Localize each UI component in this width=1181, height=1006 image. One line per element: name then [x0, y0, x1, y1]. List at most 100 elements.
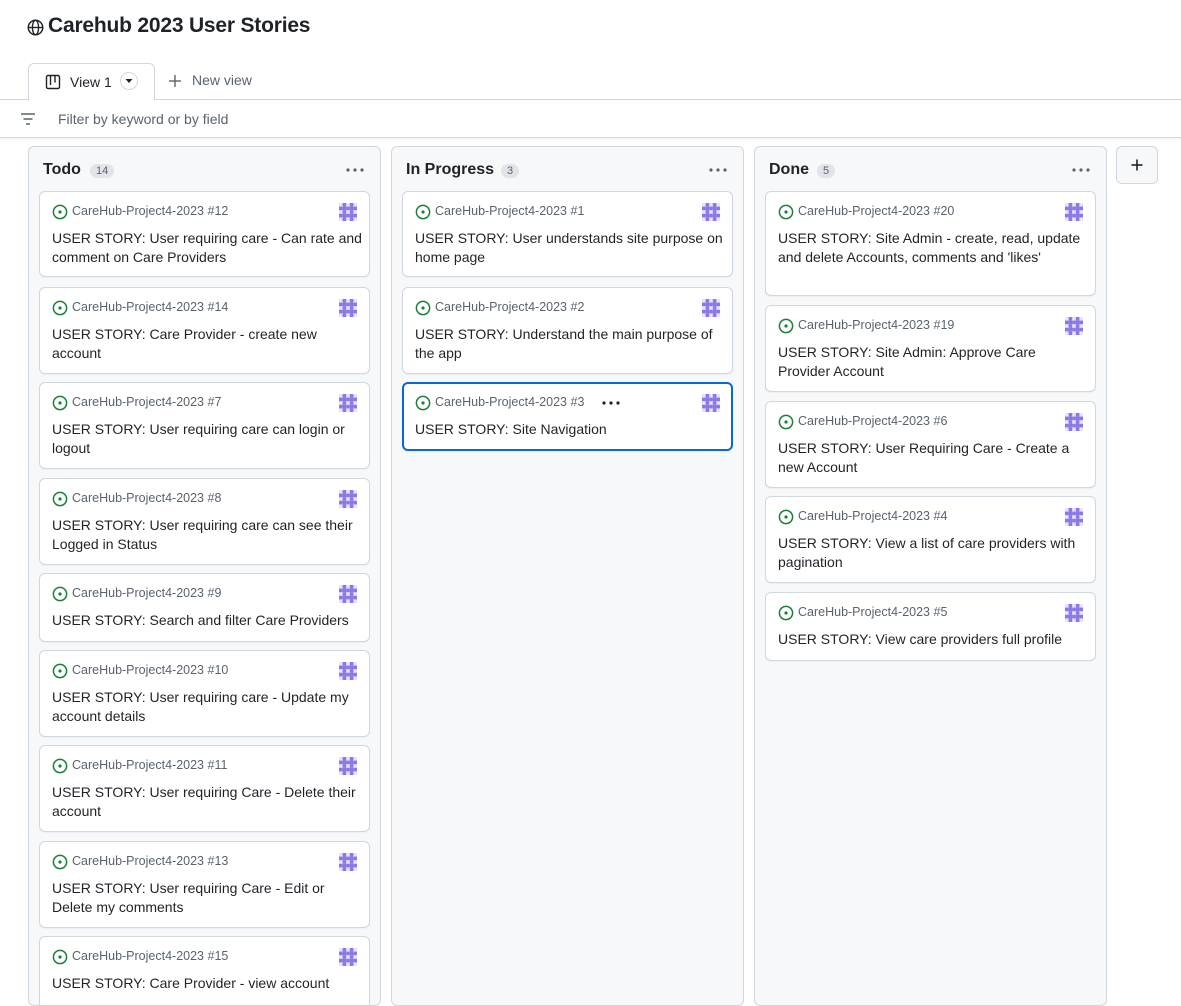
issue-card[interactable]: CareHub-Project4-2023 #3 USER STORY: Site…: [402, 382, 733, 451]
issue-reference-link[interactable]: CareHub-Project4-2023 #9: [72, 586, 221, 600]
issue-opened-icon: [52, 758, 68, 774]
issue-reference-link[interactable]: CareHub-Project4-2023 #19: [798, 318, 954, 332]
issue-title-link[interactable]: USER STORY: Care Provider - create new a…: [52, 325, 362, 362]
issue-opened-icon: [415, 204, 431, 220]
issue-title-link[interactable]: USER STORY: User requiring care can logi…: [52, 420, 362, 457]
issue-title-link[interactable]: USER STORY: User requiring care can see …: [52, 516, 362, 553]
assignee-avatar[interactable]: [702, 394, 720, 412]
assignee-avatar[interactable]: [1065, 508, 1083, 526]
issue-card[interactable]: CareHub-Project4-2023 #5 USER STORY: View…: [765, 592, 1096, 661]
column-title: Todo: [43, 161, 81, 178]
filter-input[interactable]: [58, 109, 658, 129]
kebab-horizontal-icon: [346, 168, 364, 172]
assignee-avatar[interactable]: [339, 203, 357, 221]
assignee-avatar[interactable]: [1065, 413, 1083, 431]
issue-title-link[interactable]: USER STORY: User understands site purpos…: [415, 229, 725, 266]
issue-opened-icon: [778, 509, 794, 525]
issue-card[interactable]: CareHub-Project4-2023 #12 USER STORY: Use…: [39, 191, 370, 277]
issue-title-link[interactable]: USER STORY: Site Navigation: [415, 420, 725, 439]
kebab-horizontal-icon: [602, 401, 620, 405]
assignee-avatar[interactable]: [339, 585, 357, 603]
assignee-avatar[interactable]: [339, 299, 357, 317]
assignee-avatar[interactable]: [702, 299, 720, 317]
issue-card[interactable]: CareHub-Project4-2023 #10 USER STORY: Use…: [39, 650, 370, 737]
assignee-avatar[interactable]: [339, 490, 357, 508]
issue-reference-link[interactable]: CareHub-Project4-2023 #11: [72, 758, 227, 772]
assignee-avatar[interactable]: [702, 203, 720, 221]
issue-opened-icon: [52, 663, 68, 679]
assignee-avatar[interactable]: [339, 853, 357, 871]
column-title: In Progress: [406, 161, 495, 178]
column-menu-button[interactable]: [1070, 161, 1094, 181]
issue-title-link[interactable]: USER STORY: User requiring care - Update…: [52, 688, 362, 725]
issue-card[interactable]: CareHub-Project4-2023 #15 USER STORY: Car…: [39, 936, 370, 1005]
issue-opened-icon: [52, 854, 68, 870]
issue-card[interactable]: CareHub-Project4-2023 #20 USER STORY: Sit…: [765, 191, 1096, 296]
issue-title-link[interactable]: USER STORY: View a list of care provider…: [778, 534, 1088, 571]
issue-opened-icon: [52, 300, 68, 316]
tab-view-1[interactable]: View 1: [28, 63, 155, 101]
issue-reference-link[interactable]: CareHub-Project4-2023 #4: [798, 509, 947, 523]
issue-reference-link[interactable]: CareHub-Project4-2023 #20: [798, 204, 954, 218]
kebab-horizontal-icon: [1072, 168, 1090, 172]
assignee-avatar[interactable]: [339, 662, 357, 680]
issue-card[interactable]: CareHub-Project4-2023 #6 USER STORY: User…: [765, 401, 1096, 488]
issue-card[interactable]: CareHub-Project4-2023 #19 USER STORY: Sit…: [765, 305, 1096, 392]
column-title: Done: [769, 161, 809, 178]
issue-reference-link[interactable]: CareHub-Project4-2023 #1: [435, 204, 584, 218]
issue-reference-link[interactable]: CareHub-Project4-2023 #2: [435, 300, 584, 314]
issue-card[interactable]: CareHub-Project4-2023 #1 USER STORY: User…: [402, 191, 733, 277]
board-column-in-progress: In Progress 3 CareHub-Project4-2023 #1 USER…: [391, 146, 744, 1006]
assignee-avatar[interactable]: [339, 948, 357, 966]
issue-reference-link[interactable]: CareHub-Project4-2023 #12: [72, 204, 228, 218]
issue-title-link[interactable]: USER STORY: Care Provider - view account: [52, 974, 362, 993]
view-options-button[interactable]: [120, 72, 138, 90]
assignee-avatar[interactable]: [1065, 317, 1083, 335]
add-column-button[interactable]: [1116, 146, 1158, 184]
issue-card[interactable]: CareHub-Project4-2023 #8 USER STORY: User…: [39, 478, 370, 565]
issue-card[interactable]: CareHub-Project4-2023 #4 USER STORY: View…: [765, 496, 1096, 583]
issue-opened-icon: [52, 586, 68, 602]
issue-reference-link[interactable]: CareHub-Project4-2023 #6: [798, 414, 947, 428]
plus-icon: [169, 75, 181, 87]
column-count-badge: 3: [501, 164, 520, 178]
assignee-avatar[interactable]: [1065, 203, 1083, 221]
board-column-todo: Todo 14 CareHub-Project4-2023 #12 USER STOR…: [28, 146, 381, 1006]
column-count-badge: 5: [817, 164, 836, 178]
issue-card[interactable]: CareHub-Project4-2023 #14 USER STORY: Car…: [39, 287, 370, 374]
issue-title-link[interactable]: USER STORY: User requiring Care - Delete…: [52, 783, 362, 820]
issue-title-link[interactable]: USER STORY: Understand the main purpose …: [415, 325, 725, 362]
issue-card[interactable]: CareHub-Project4-2023 #2 USER STORY: Unde…: [402, 287, 733, 374]
column-menu-button[interactable]: [344, 161, 368, 181]
assignee-avatar[interactable]: [339, 757, 357, 775]
column-menu-button[interactable]: [707, 161, 731, 181]
issue-reference-link[interactable]: CareHub-Project4-2023 #7: [72, 395, 221, 409]
issue-title-link[interactable]: USER STORY: View care providers full pro…: [778, 630, 1088, 649]
tab-label: View 1: [70, 74, 112, 90]
assignee-avatar[interactable]: [1065, 604, 1083, 622]
issue-reference-link[interactable]: CareHub-Project4-2023 #10: [72, 663, 228, 677]
issue-card[interactable]: CareHub-Project4-2023 #9 USER STORY: Sear…: [39, 573, 370, 642]
issue-opened-icon: [415, 300, 431, 316]
issue-reference-link[interactable]: CareHub-Project4-2023 #13: [72, 854, 228, 868]
issue-card[interactable]: CareHub-Project4-2023 #13 USER STORY: Use…: [39, 841, 370, 928]
issue-title-link[interactable]: USER STORY: Site Admin - create, read, u…: [778, 229, 1088, 266]
issue-card[interactable]: CareHub-Project4-2023 #11 USER STORY: Use…: [39, 745, 370, 832]
issue-opened-icon: [778, 414, 794, 430]
kebab-horizontal-icon: [709, 168, 727, 172]
issue-card[interactable]: CareHub-Project4-2023 #7 USER STORY: User…: [39, 382, 370, 469]
issue-title-link[interactable]: USER STORY: User requiring Care - Edit o…: [52, 879, 362, 916]
issue-reference-link[interactable]: CareHub-Project4-2023 #8: [72, 491, 221, 505]
issue-reference-link[interactable]: CareHub-Project4-2023 #3: [435, 395, 584, 409]
card-menu-button[interactable]: [601, 395, 621, 411]
issue-title-link[interactable]: USER STORY: User requiring care - Can ra…: [52, 229, 362, 266]
issue-reference-link[interactable]: CareHub-Project4-2023 #14: [72, 300, 228, 314]
assignee-avatar[interactable]: [339, 394, 357, 412]
issue-reference-link[interactable]: CareHub-Project4-2023 #15: [72, 949, 228, 963]
issue-reference-link[interactable]: CareHub-Project4-2023 #5: [798, 605, 947, 619]
issue-title-link[interactable]: USER STORY: Site Admin: Approve Care Pro…: [778, 343, 1088, 380]
column-count-badge: 14: [90, 164, 115, 178]
issue-title-link[interactable]: USER STORY: User Requiring Care - Create…: [778, 439, 1088, 476]
issue-title-link[interactable]: USER STORY: Search and filter Care Provi…: [52, 611, 362, 630]
issue-opened-icon: [415, 395, 431, 411]
